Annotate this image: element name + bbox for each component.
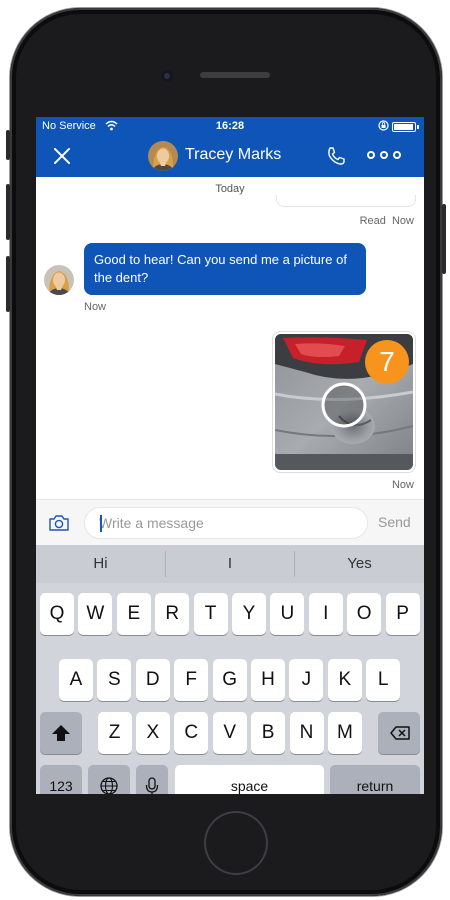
play-ring-icon[interactable]: [320, 381, 368, 429]
key-e[interactable]: E: [116, 593, 151, 635]
read-receipt: Read Now: [359, 215, 414, 227]
message-input[interactable]: [84, 507, 368, 539]
prediction-suggestion[interactable]: I: [166, 545, 294, 583]
earpiece-speaker: [200, 72, 270, 78]
app-screen: No Service 16:28 Tracey Marks Today Read…: [36, 117, 424, 794]
backspace-key[interactable]: [378, 712, 420, 754]
backspace-icon: [390, 726, 410, 740]
key-m[interactable]: M: [327, 712, 362, 754]
incoming-message-bubble[interactable]: Good to hear! Can you send me a picture …: [84, 243, 366, 295]
contact-name[interactable]: Tracey Marks: [185, 146, 281, 164]
key-j[interactable]: J: [289, 659, 324, 701]
key-c[interactable]: C: [174, 712, 209, 754]
return-key[interactable]: return: [330, 765, 420, 794]
chat-header: Tracey Marks: [36, 135, 424, 177]
text-cursor: [100, 515, 102, 532]
avatar[interactable]: [44, 265, 74, 295]
date-divider: Today: [215, 183, 245, 195]
key-d[interactable]: D: [135, 659, 170, 701]
key-f[interactable]: F: [174, 659, 209, 701]
microphone-icon: [145, 777, 159, 794]
message-timestamp: Now: [391, 479, 414, 491]
key-k[interactable]: K: [327, 659, 362, 701]
key-r[interactable]: R: [155, 593, 190, 635]
avatar[interactable]: [148, 141, 178, 171]
phone-icon[interactable]: [325, 145, 347, 167]
key-o[interactable]: O: [347, 593, 382, 635]
globe-icon: [100, 777, 118, 794]
close-icon[interactable]: [52, 146, 72, 166]
key-w[interactable]: W: [78, 593, 113, 635]
key-l[interactable]: L: [366, 659, 401, 701]
numbers-key[interactable]: 123: [40, 765, 82, 794]
photo-message[interactable]: 7: [272, 331, 416, 473]
home-button[interactable]: [204, 811, 268, 875]
shift-key[interactable]: [40, 712, 82, 754]
countdown-badge: 7: [365, 340, 409, 384]
more-icon[interactable]: [367, 148, 401, 162]
previous-message-bubble[interactable]: [276, 195, 416, 207]
key-s[interactable]: S: [97, 659, 132, 701]
key-v[interactable]: V: [212, 712, 247, 754]
globe-key[interactable]: [88, 765, 130, 794]
key-z[interactable]: Z: [97, 712, 132, 754]
dent-photo: 7: [275, 334, 413, 470]
mute-switch: [6, 130, 10, 160]
shift-icon: [52, 725, 70, 741]
front-camera: [161, 70, 173, 82]
key-q[interactable]: Q: [40, 593, 74, 635]
message-composer: Send: [36, 499, 424, 545]
power-button: [442, 204, 446, 274]
battery-icon: [392, 122, 419, 132]
key-x[interactable]: X: [135, 712, 170, 754]
camera-icon[interactable]: [48, 512, 70, 534]
prediction-suggestion[interactable]: Yes: [295, 545, 424, 583]
key-i[interactable]: I: [308, 593, 343, 635]
prediction-bar: Hi I Yes: [36, 545, 424, 583]
key-y[interactable]: Y: [232, 593, 266, 635]
key-h[interactable]: H: [251, 659, 285, 701]
space-key[interactable]: space: [175, 765, 324, 794]
status-time: 16:28: [215, 120, 245, 132]
send-button[interactable]: Send: [378, 514, 411, 530]
keyboard: Hi I Yes 123 space return Q W E R T Y U …: [36, 545, 424, 794]
volume-down-button: [6, 256, 10, 312]
status-bar: No Service 16:28: [36, 117, 424, 135]
message-list[interactable]: Today Read Now Good to hear! Can you sen…: [36, 177, 424, 499]
key-n[interactable]: N: [289, 712, 324, 754]
key-t[interactable]: T: [193, 593, 228, 635]
key-a[interactable]: A: [59, 659, 93, 701]
key-g[interactable]: G: [212, 659, 247, 701]
key-p[interactable]: P: [385, 593, 420, 635]
prediction-suggestion[interactable]: Hi: [36, 545, 165, 583]
microphone-key[interactable]: [136, 765, 168, 794]
key-u[interactable]: U: [270, 593, 305, 635]
rotation-lock-icon: [378, 120, 389, 131]
key-b[interactable]: B: [251, 712, 286, 754]
volume-up-button: [6, 184, 10, 240]
message-timestamp: Now: [84, 301, 107, 313]
